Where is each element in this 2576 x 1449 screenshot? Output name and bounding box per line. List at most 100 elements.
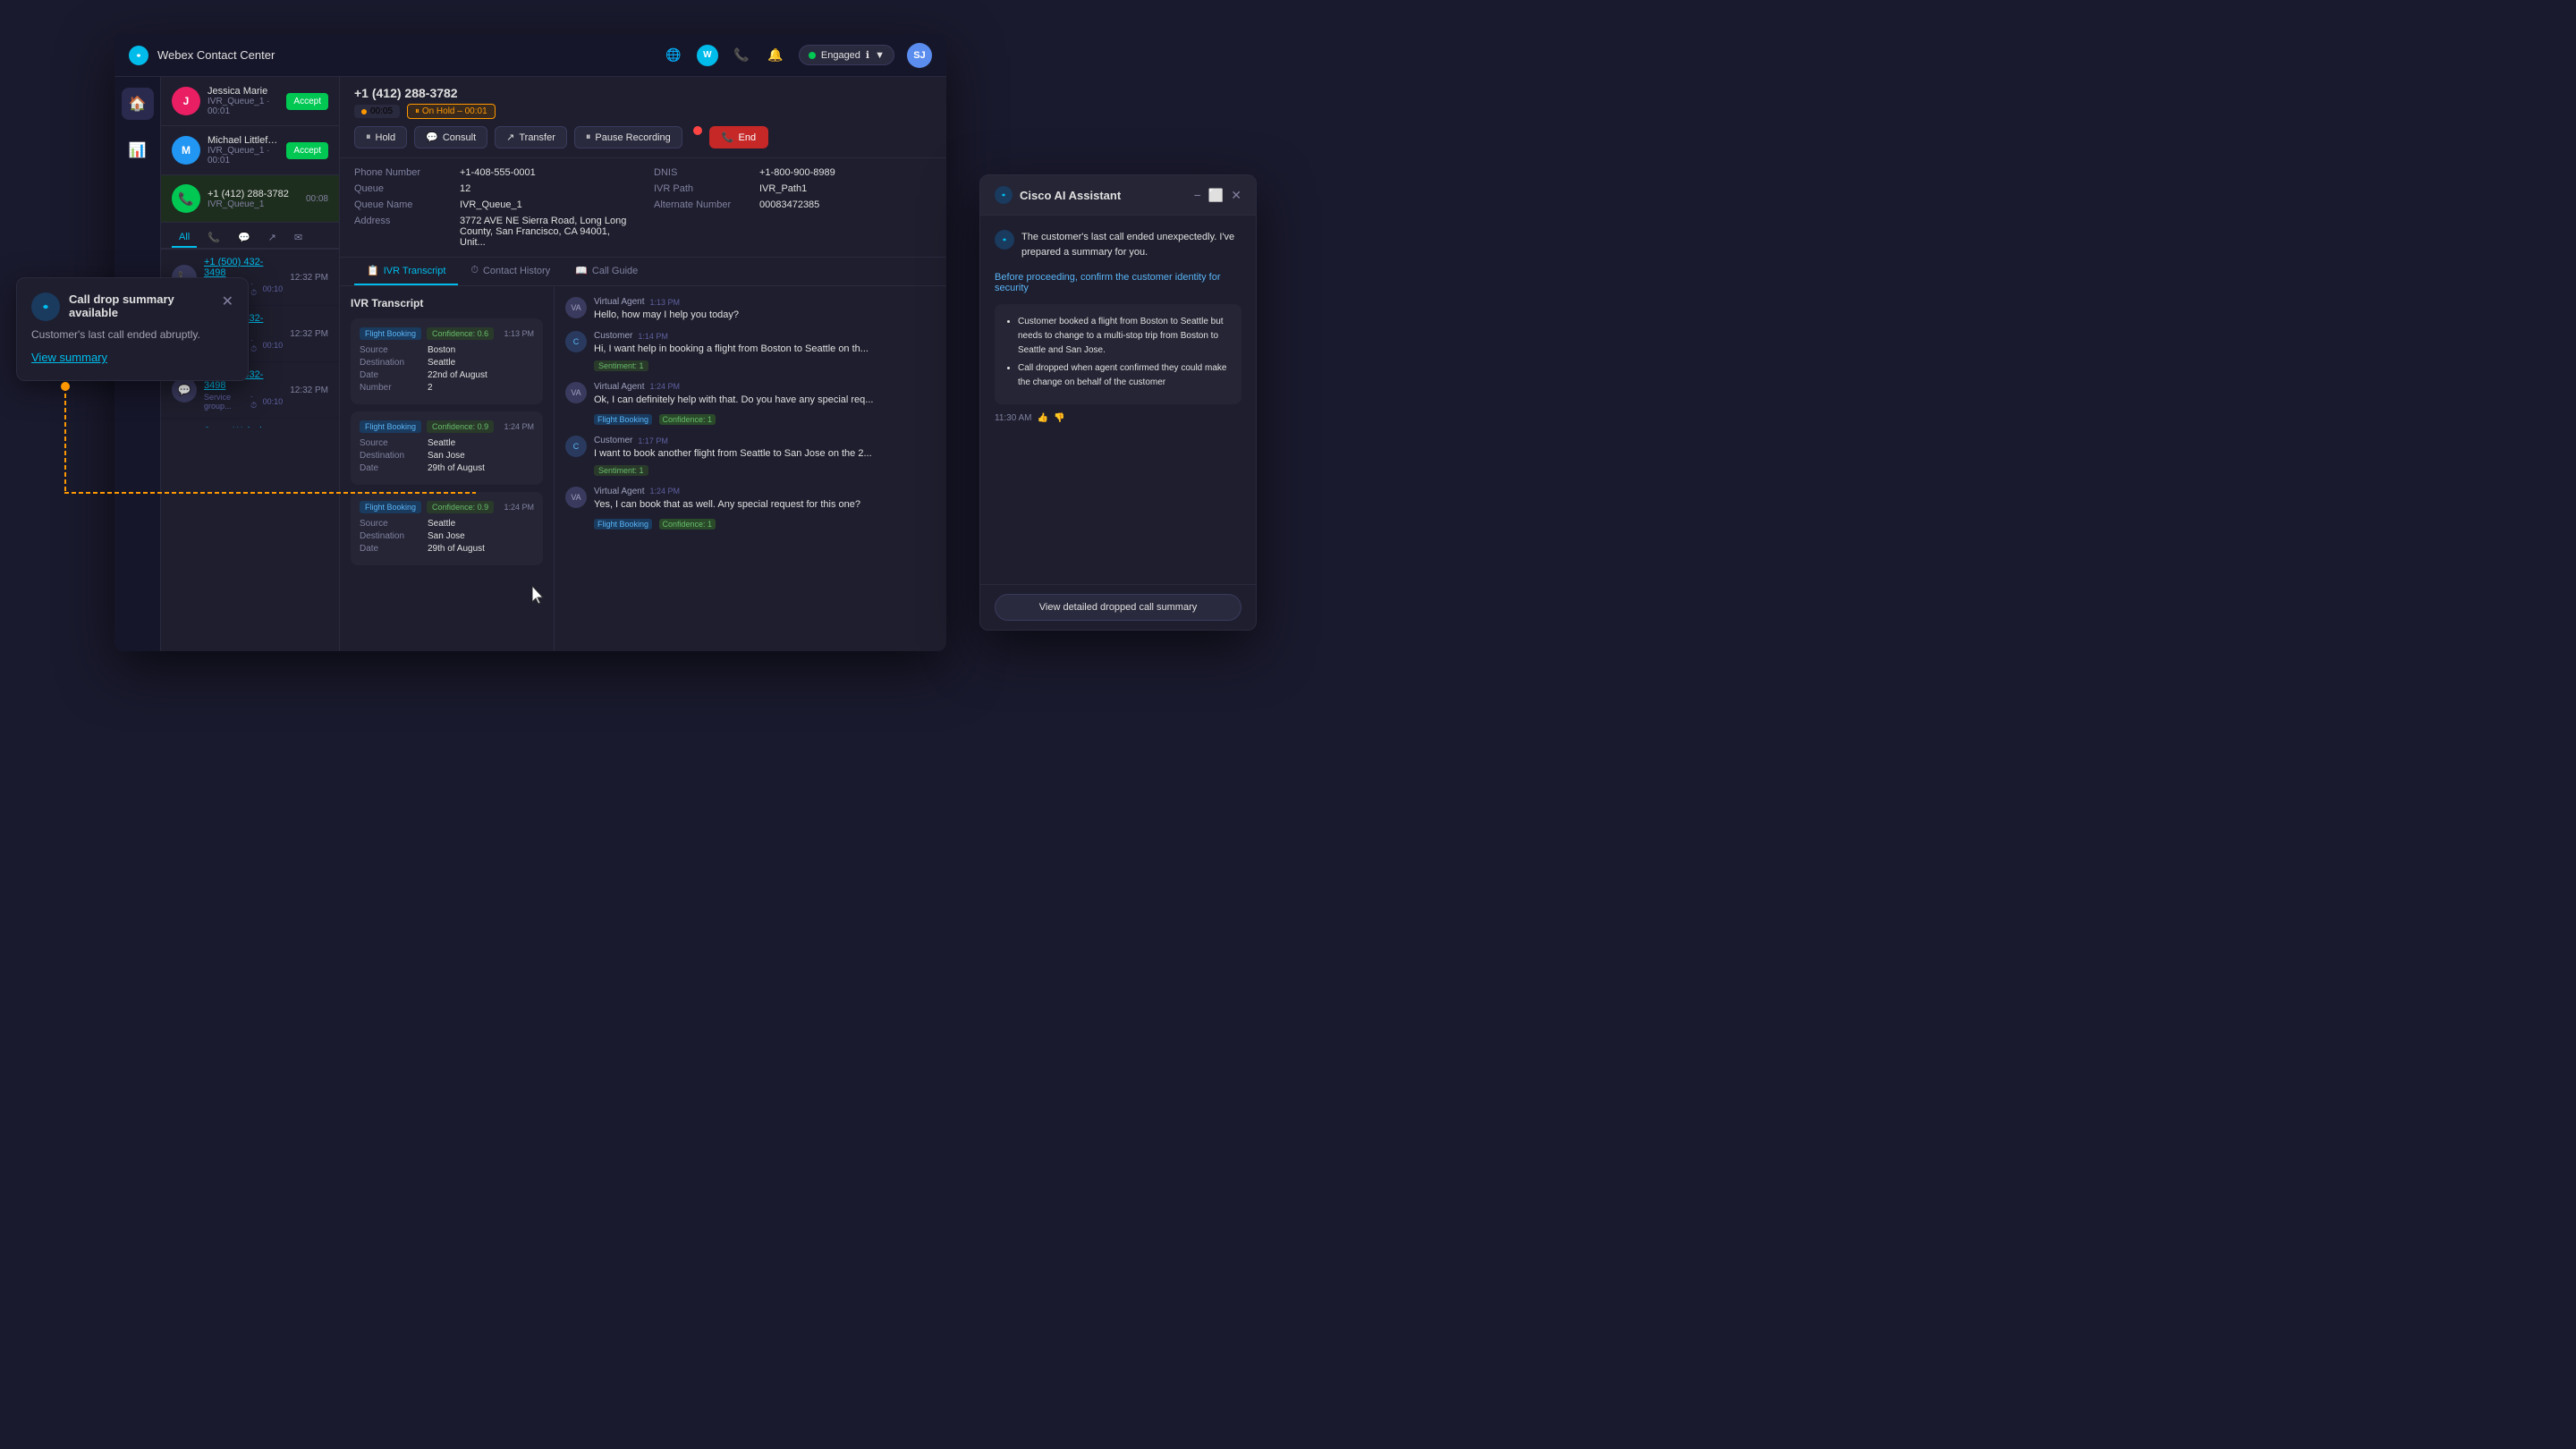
notification-popup: Call drop summary available ✕ Customer's… — [16, 277, 249, 381]
ai-assistant-panel: Cisco AI Assistant − ⬜ ✕ The customer's … — [979, 174, 1257, 631]
jessica-info: Jessica Marie IVR_Queue_1 · 00:01 — [208, 86, 279, 116]
ai-body: The customer's last call ended unexpecte… — [980, 216, 1256, 584]
transcript-msg-1: C Customer 1:14 PM Hi, I want help in bo… — [565, 331, 936, 372]
ivr-tab-icon: 📋 — [367, 265, 379, 276]
task-item-michael[interactable]: M Michael Littlefoot IVR_Queue_1 · 00:01… — [161, 126, 339, 175]
msg-avatar-2: VA — [565, 382, 587, 403]
dnis-value: +1-800-900-8989 — [759, 167, 835, 178]
pause-recording-button[interactable]: ⏸ Pause Recording — [574, 126, 682, 148]
tab-phone[interactable]: 📞 — [200, 228, 227, 248]
consult-button[interactable]: 💬 Consult — [414, 126, 487, 148]
inline-flight-tag-2: Flight Booking — [594, 414, 652, 425]
sidebar-chart-icon[interactable]: 📊 — [122, 134, 154, 166]
tab-share[interactable]: ↗ — [261, 228, 284, 248]
globe-icon[interactable]: 🌐 — [663, 45, 684, 66]
ai-expand-button[interactable]: ⬜ — [1208, 188, 1224, 203]
view-summary-link[interactable]: View summary — [31, 351, 107, 364]
msg-content-3: Customer 1:17 PM I want to book another … — [594, 436, 936, 477]
tab-email[interactable]: ✉ — [287, 228, 309, 248]
tab-chat[interactable]: 💬 — [231, 228, 258, 248]
active-call-item[interactable]: 📞 +1 (412) 288-3782 IVR_Queue_1 00:08 — [161, 175, 339, 223]
altnum-value: 00083472385 — [759, 199, 819, 210]
call-timer: 00:05 — [370, 106, 393, 116]
end-icon: 📞 — [722, 131, 734, 143]
end-button[interactable]: 📞 End — [709, 126, 768, 148]
hist-info-3: Jason Welsch Service group... · ⏱ 00:10 — [204, 426, 283, 428]
ai-minimize-button[interactable]: − — [1194, 188, 1201, 203]
task-item-jessica[interactable]: J Jessica Marie IVR_Queue_1 · 00:01 Acce… — [161, 77, 339, 126]
top-nav: Webex Contact Center 🌐 W 📞 🔔 Engaged ℹ ▼… — [114, 34, 946, 77]
nav-actions: 🌐 W 📞 🔔 Engaged ℹ ▼ SJ — [663, 43, 932, 68]
ai-summary-list: Customer booked a flight from Boston to … — [1005, 315, 1231, 390]
msg-header-3: Customer 1:17 PM — [594, 436, 936, 445]
ivr-dest-0: Destination Seattle — [360, 358, 534, 368]
inline-conf-4: Confidence: 1 — [659, 519, 716, 530]
bell-icon[interactable]: 🔔 — [765, 45, 786, 66]
webex-icon[interactable]: W — [697, 45, 718, 66]
detail-queue: Queue 12 — [354, 183, 632, 194]
ai-msg-icon — [995, 230, 1014, 250]
hold-button[interactable]: ⏸ Hold — [354, 126, 407, 148]
michael-info: Michael Littlefoot IVR_Queue_1 · 00:01 — [208, 135, 279, 165]
notif-close-button[interactable]: ✕ — [222, 292, 233, 310]
ivr-time-1: 1:24 PM — [504, 422, 534, 431]
inline-flight-tag-4: Flight Booking — [594, 519, 652, 530]
msg-avatar-3: C — [565, 436, 587, 457]
flight-tag-2: Flight Booking — [360, 501, 421, 513]
ai-warning: Before proceeding, confirm the customer … — [995, 272, 1241, 293]
michael-name: Michael Littlefoot — [208, 135, 279, 146]
flight-card-2: Flight Booking Confidence: 0.9 1:24 PM S… — [351, 492, 543, 565]
flight-tag-row-0: Flight Booking Confidence: 0.6 1:13 PM — [360, 327, 534, 340]
msg-text-4: Yes, I can book that as well. Any specia… — [594, 498, 936, 512]
michael-accept-btn[interactable]: Accept — [286, 142, 328, 159]
status-label: Engaged — [821, 50, 860, 61]
flight-tag-0: Flight Booking — [360, 327, 421, 340]
transcript-msg-4: VA Virtual Agent 1:24 PM Yes, I can book… — [565, 487, 936, 531]
msg-content-1: Customer 1:14 PM Hi, I want help in book… — [594, 331, 936, 372]
msg-avatar-1: C — [565, 331, 587, 352]
ai-header: Cisco AI Assistant − ⬜ ✕ — [980, 175, 1256, 216]
thumbs-up-icon[interactable]: 👍 — [1038, 413, 1048, 423]
hist-number-0[interactable]: +1 (500) 432-3498 — [204, 257, 283, 278]
transcript-msg-2: VA Virtual Agent 1:24 PM Ok, I can defin… — [565, 382, 936, 427]
ivr-time-0: 1:13 PM — [504, 329, 534, 338]
msg-avatar-4: VA — [565, 487, 587, 508]
transfer-icon: ↗ — [506, 131, 514, 143]
thumbs-down-icon[interactable]: 👎 — [1054, 413, 1064, 423]
hist-time-2: 12:32 PM — [290, 386, 328, 395]
tab-all[interactable]: All — [172, 228, 197, 248]
ivr-left-panel: IVR Transcript Flight Booking Confidence… — [340, 286, 555, 651]
history-tab-icon: ⏱ — [470, 265, 479, 276]
detail-altnum: Alternate Number 00083472385 — [654, 199, 932, 210]
ai-summary-item-1: Call dropped when agent confirmed they c… — [1018, 361, 1231, 390]
confidence-1: Confidence: 0.9 — [427, 420, 494, 433]
phone-value: +1-408-555-0001 — [460, 167, 536, 178]
user-avatar[interactable]: SJ — [907, 43, 932, 68]
transfer-button[interactable]: ↗ Transfer — [495, 126, 567, 148]
ivr-date-0: Date 22nd of August — [360, 370, 534, 380]
guide-tab-icon: 📖 — [575, 265, 588, 276]
confidence-2: Confidence: 0.9 — [427, 501, 494, 513]
main-content: +1 (412) 288-3782 00:05 ⏸ On Hold – 00:0… — [340, 77, 946, 651]
qname-value: IVR_Queue_1 — [460, 199, 522, 210]
detail-phone: Phone Number +1-408-555-0001 — [354, 167, 632, 178]
status-badge[interactable]: Engaged ℹ ▼ — [799, 45, 894, 65]
jessica-name: Jessica Marie — [208, 86, 279, 97]
ivr-content: IVR Transcript Flight Booking Confidence… — [340, 286, 946, 651]
jessica-avatar: J — [172, 87, 200, 115]
view-detailed-summary-button[interactable]: View detailed dropped call summary — [995, 594, 1241, 621]
history-item-3: 👤 Jason Welsch Service group... · ⏱ 00:1… — [161, 419, 339, 428]
tab-call-guide[interactable]: 📖 Call Guide — [563, 258, 650, 285]
ivr-dest-1: Destination San Jose — [360, 451, 534, 461]
msg-content-0: Virtual Agent 1:13 PM Hello, how may I h… — [594, 297, 936, 322]
ai-close-button[interactable]: ✕ — [1231, 188, 1241, 203]
msg-header-1: Customer 1:14 PM — [594, 331, 936, 341]
hist-name-3[interactable]: Jason Welsch — [204, 426, 283, 428]
tab-ivr-transcript[interactable]: 📋 IVR Transcript — [354, 258, 458, 285]
jessica-accept-btn[interactable]: Accept — [286, 93, 328, 110]
phone-icon[interactable]: 📞 — [731, 45, 752, 66]
tab-contact-history[interactable]: ⏱ Contact History — [458, 258, 563, 285]
active-call-info: +1 (412) 288-3782 IVR_Queue_1 — [208, 189, 299, 209]
sidebar-home-icon[interactable]: 🏠 — [122, 88, 154, 120]
call-actions: ⏸ Hold 💬 Consult ↗ Transfer ⏸ Pause Reco… — [354, 126, 932, 148]
